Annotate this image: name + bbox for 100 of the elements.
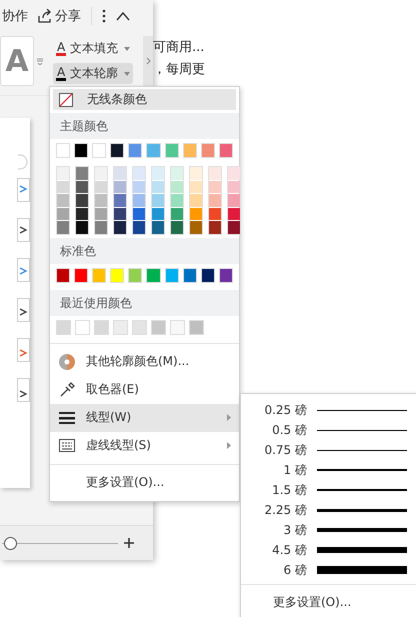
color-swatch[interactable] (92, 143, 106, 158)
collab-button[interactable]: 协作 (2, 7, 28, 25)
line-weight-option[interactable]: 1 磅 (241, 460, 416, 480)
color-swatch[interactable] (209, 208, 221, 220)
color-swatch[interactable] (146, 143, 161, 158)
color-swatch[interactable] (228, 167, 240, 180)
zoom-in-icon[interactable] (124, 538, 134, 548)
color-swatch[interactable] (76, 221, 88, 234)
share-button[interactable]: 分享 (38, 7, 81, 25)
color-swatch[interactable] (114, 167, 126, 180)
color-swatch[interactable] (164, 268, 179, 282)
color-swatch[interactable] (152, 194, 164, 206)
color-swatch[interactable] (182, 143, 197, 158)
line-weight-option[interactable]: 1.5 磅 (241, 480, 416, 500)
color-swatch[interactable] (114, 194, 126, 206)
color-swatch[interactable] (209, 194, 221, 206)
color-swatch[interactable] (164, 143, 179, 158)
color-swatch[interactable] (76, 194, 88, 206)
color-swatch[interactable] (95, 208, 107, 220)
color-swatch[interactable] (95, 167, 107, 180)
color-swatch[interactable] (171, 221, 183, 234)
color-swatch[interactable] (151, 320, 166, 334)
text-style-button[interactable]: A 文本填充 (53, 38, 134, 59)
color-swatch[interactable] (57, 208, 69, 220)
color-swatch[interactable] (92, 268, 106, 282)
color-swatch[interactable] (200, 143, 215, 158)
color-swatch[interactable] (94, 320, 109, 334)
menu-item[interactable]: 更多设置(O)... (50, 468, 239, 496)
color-swatch[interactable] (209, 167, 221, 180)
color-swatch[interactable] (132, 320, 147, 334)
color-swatch[interactable] (228, 194, 240, 206)
wordart-preview[interactable]: A (0, 36, 34, 86)
color-swatch[interactable] (75, 320, 90, 334)
line-weight-option[interactable]: 3 磅 (241, 520, 416, 540)
color-swatch[interactable] (76, 180, 88, 193)
color-swatch[interactable] (110, 143, 124, 158)
color-swatch[interactable] (171, 194, 183, 206)
expand-handle[interactable] (143, 36, 153, 86)
color-swatch[interactable] (56, 320, 71, 334)
color-swatch[interactable] (110, 268, 124, 282)
color-swatch[interactable] (128, 268, 142, 282)
color-swatch[interactable] (228, 180, 240, 193)
color-swatch[interactable] (200, 268, 215, 282)
text-style-button[interactable]: A 文本轮廓 (53, 63, 134, 84)
color-swatch[interactable] (57, 167, 69, 180)
color-swatch[interactable] (152, 167, 164, 180)
color-swatch[interactable] (190, 221, 202, 234)
line-weight-option[interactable]: 2.25 磅 (241, 500, 416, 520)
color-swatch[interactable] (171, 167, 183, 180)
color-swatch[interactable] (56, 143, 70, 158)
color-swatch[interactable] (190, 194, 202, 206)
menu-item[interactable]: 线型(W) (50, 404, 239, 432)
color-swatch[interactable] (133, 194, 145, 206)
color-swatch[interactable] (171, 208, 183, 220)
color-swatch[interactable] (114, 208, 126, 220)
line-weight-option[interactable]: 4.5 磅 (241, 540, 416, 560)
color-swatch[interactable] (114, 180, 126, 193)
color-swatch[interactable] (189, 320, 204, 334)
slider-thumb[interactable] (4, 536, 18, 550)
menu-item[interactable]: 虚线线型(S) (50, 432, 239, 460)
line-weight-option[interactable]: 0.25 磅 (241, 400, 416, 420)
color-swatch[interactable] (152, 180, 164, 193)
color-swatch[interactable] (74, 268, 88, 282)
color-swatch[interactable] (218, 268, 233, 282)
color-swatch[interactable] (76, 167, 88, 180)
collapse-icon[interactable] (116, 11, 130, 21)
color-swatch[interactable] (152, 208, 164, 220)
color-swatch[interactable] (228, 221, 240, 234)
color-swatch[interactable] (74, 143, 88, 158)
color-swatch[interactable] (114, 221, 126, 234)
line-weight-option[interactable]: 0.75 磅 (241, 440, 416, 460)
color-swatch[interactable] (133, 167, 145, 180)
color-swatch[interactable] (228, 208, 240, 220)
menu-item[interactable]: 其他轮廓颜色(M)... (50, 348, 239, 376)
color-swatch[interactable] (57, 194, 69, 206)
color-swatch[interactable] (57, 180, 69, 193)
color-swatch[interactable] (190, 180, 202, 193)
zoom-slider[interactable] (2, 536, 118, 550)
color-swatch[interactable] (128, 143, 142, 158)
color-swatch[interactable] (170, 320, 185, 334)
color-swatch[interactable] (190, 167, 202, 180)
color-swatch[interactable] (209, 180, 221, 193)
color-swatch[interactable] (95, 180, 107, 193)
color-swatch[interactable] (218, 143, 233, 158)
color-swatch[interactable] (76, 208, 88, 220)
color-swatch[interactable] (56, 268, 70, 282)
dropdown-icon[interactable] (36, 57, 44, 65)
color-swatch[interactable] (146, 268, 161, 282)
color-swatch[interactable] (95, 194, 107, 206)
color-swatch[interactable] (133, 221, 145, 234)
color-swatch[interactable] (190, 208, 202, 220)
line-weight-option[interactable]: 0.5 磅 (241, 420, 416, 440)
menu-item[interactable]: 更多设置(O)... (241, 589, 416, 616)
color-swatch[interactable] (113, 320, 128, 334)
color-swatch[interactable] (171, 180, 183, 193)
no-line-color-button[interactable]: 无线条颜色 (53, 89, 236, 110)
color-swatch[interactable] (182, 268, 197, 282)
color-swatch[interactable] (133, 180, 145, 193)
more-icon[interactable] (102, 9, 106, 23)
menu-item[interactable]: 取色器(E) (50, 376, 239, 404)
